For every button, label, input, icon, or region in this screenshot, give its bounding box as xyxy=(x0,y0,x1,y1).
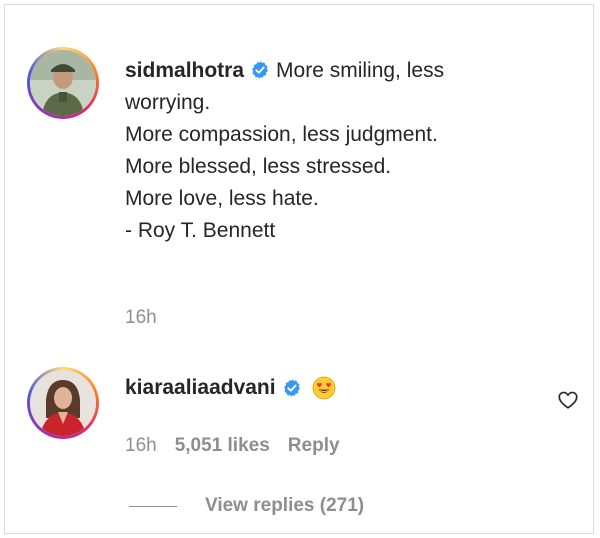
replies-divider xyxy=(129,505,177,507)
verified-badge-icon xyxy=(252,61,268,79)
username-kiaraaliaadvani[interactable]: kiaraaliaadvani xyxy=(125,376,276,400)
caption-line-1: More smiling, less xyxy=(276,59,445,82)
verified-badge-icon xyxy=(283,379,300,397)
username-sidmalhotra[interactable]: sidmalhotra xyxy=(125,59,244,82)
comment1-timestamp[interactable]: 16h xyxy=(125,307,157,329)
caption-attribution: - Roy T. Bennett xyxy=(125,219,276,242)
comment2-header: kiaraaliaadvani xyxy=(125,376,336,400)
comment2-meta: 16h 5,051 likes Reply xyxy=(125,435,340,457)
view-replies[interactable]: View replies (271) xyxy=(129,495,364,517)
avatar-kiaraaliaadvani[interactable] xyxy=(27,367,99,439)
comment2-likes[interactable]: 5,051 likes xyxy=(175,435,270,457)
reply-button[interactable]: Reply xyxy=(288,435,340,457)
heart-eyes-emoji-icon xyxy=(312,376,336,400)
caption-line-4: More blessed, less stressed. xyxy=(125,155,392,178)
caption-line-2: worrying. xyxy=(125,91,211,114)
caption-line-5: More love, less hate. xyxy=(125,187,319,210)
comment-caption: sidmalhotra More smiling, less worrying. … xyxy=(125,55,545,247)
caption-line-3: More compassion, less judgment. xyxy=(125,123,438,146)
comment2-timestamp[interactable]: 16h xyxy=(125,435,157,457)
view-replies-button[interactable]: View replies (271) xyxy=(205,495,364,517)
like-heart-icon[interactable] xyxy=(557,389,579,411)
avatar-sidmalhotra[interactable] xyxy=(27,47,99,119)
comments-panel: sidmalhotra More smiling, less worrying. … xyxy=(4,4,594,534)
